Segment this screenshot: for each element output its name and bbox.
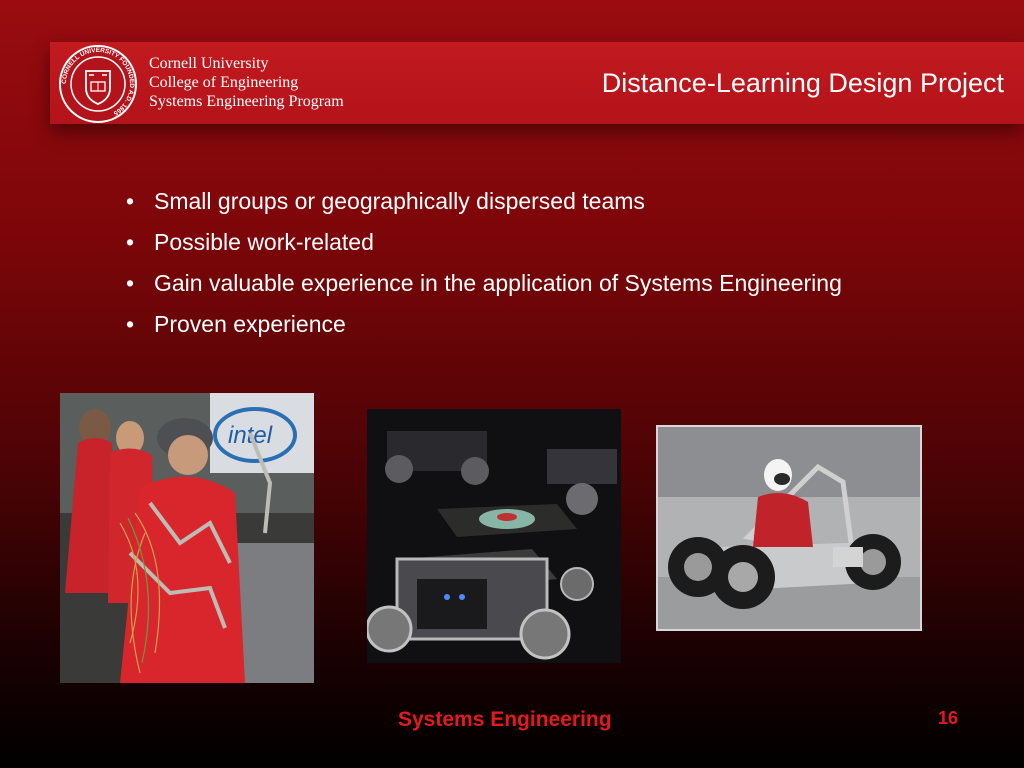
bullet-dot: • [126,229,135,255]
bullet-item: • Proven experience [126,307,842,348]
institution-name-block: Cornell University College of Engineerin… [149,54,344,111]
cornell-seal-logo: CORNELL UNIVERSITY FOUNDED A.D. 1865 [59,45,137,123]
photo-race-car [656,425,922,631]
college-name: College of Engineering [149,74,299,91]
photo-students-exoskeleton: intel [60,393,314,683]
program-name: Systems Engineering Program [149,93,344,110]
slide-title: Distance-Learning Design Project [601,68,1004,98]
footer-label: Systems Engineering [398,708,612,731]
university-name: Cornell University [149,55,269,72]
bullet-item: • Small groups or geographically disperse… [126,184,842,225]
bullet-dot: • [126,311,135,337]
bullet-list: • Small groups or geographically disperse… [126,184,842,348]
bullet-dot: • [126,188,135,214]
bullet-item: • Possible work-related [126,225,842,266]
bullet-item: • Gain valuable experience in the applica… [126,266,842,307]
page-number: 16 [938,708,959,728]
photo-robot-platform [367,409,621,663]
bullet-dot: • [126,270,135,296]
